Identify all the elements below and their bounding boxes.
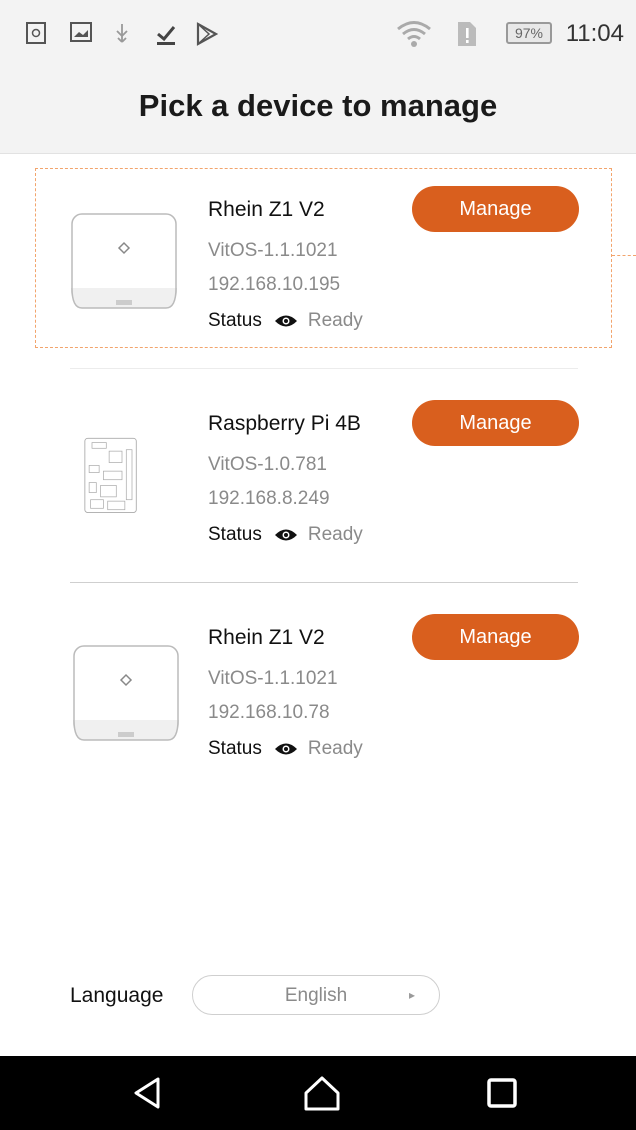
language-select[interactable]: English ▸: [192, 975, 440, 1015]
device-card-rhein-1[interactable]: Rhein Z1 V2 VitOS-1.1.1021 192.168.10.19…: [0, 168, 636, 368]
status-bar: 97% 11:04: [0, 0, 636, 70]
device-status: Status Ready: [208, 522, 363, 548]
status-label: Status: [208, 310, 262, 331]
device-card-raspberry-pi[interactable]: Raspberry Pi 4B VitOS-1.0.781 192.168.8.…: [0, 382, 636, 582]
device-os-version: VitOS-1.1.1021: [208, 668, 338, 689]
device-name: Raspberry Pi 4B: [208, 412, 361, 435]
recents-icon[interactable]: [482, 1073, 522, 1113]
circuit-board-icon: [84, 437, 137, 513]
selection-connector: [612, 255, 636, 256]
device-status: Status Ready: [208, 736, 363, 762]
status-value: Ready: [307, 738, 363, 759]
eye-icon: [274, 529, 297, 541]
device-ip-address: 192.168.8.249: [208, 488, 330, 509]
device-status: Status Ready: [208, 308, 363, 334]
device-os-version: VitOS-1.0.781: [208, 454, 328, 475]
status-value: Ready: [307, 524, 363, 545]
eye-icon: [274, 315, 297, 327]
usb-icon: [116, 24, 128, 43]
device-os-version: VitOS-1.1.1021: [208, 240, 338, 261]
language-label: Language: [70, 984, 164, 1007]
chevron-right-icon: ▸: [408, 988, 415, 1002]
image-icon: [70, 22, 92, 42]
system-nav-bar: [0, 1056, 636, 1130]
status-value: Ready: [307, 310, 363, 331]
device-card-rhein-2[interactable]: Rhein Z1 V2 VitOS-1.1.1021 192.168.10.78…: [0, 596, 636, 796]
status-label: Status: [208, 738, 262, 759]
status-label: Status: [208, 524, 262, 545]
clock: 11:04: [565, 20, 624, 47]
page-title: Pick a device to manage: [138, 88, 498, 123]
manage-button[interactable]: Manage: [412, 614, 579, 660]
eye-icon: [274, 743, 297, 755]
divider: [70, 368, 578, 369]
device-name: Rhein Z1 V2: [208, 198, 325, 221]
manage-button[interactable]: Manage: [412, 186, 579, 232]
app-header: Pick a device to manage: [0, 70, 636, 154]
sim-alert-icon: [458, 22, 476, 46]
language-value: English: [284, 985, 348, 1006]
device-ip-address: 192.168.10.78: [208, 702, 330, 723]
home-icon[interactable]: [302, 1073, 342, 1113]
sim-icon: [26, 22, 46, 44]
device-name: Rhein Z1 V2: [208, 626, 325, 649]
manage-button[interactable]: Manage: [412, 400, 579, 446]
play-store-icon: [196, 22, 218, 46]
download-done-icon: [157, 26, 176, 45]
back-icon[interactable]: [128, 1073, 168, 1113]
wifi-icon: [397, 21, 431, 47]
divider: [70, 582, 578, 583]
device-ip-address: 192.168.10.195: [208, 274, 341, 295]
router-box-icon: [71, 213, 177, 309]
battery-icon: 97%: [506, 22, 552, 44]
router-box-icon: [73, 645, 179, 741]
